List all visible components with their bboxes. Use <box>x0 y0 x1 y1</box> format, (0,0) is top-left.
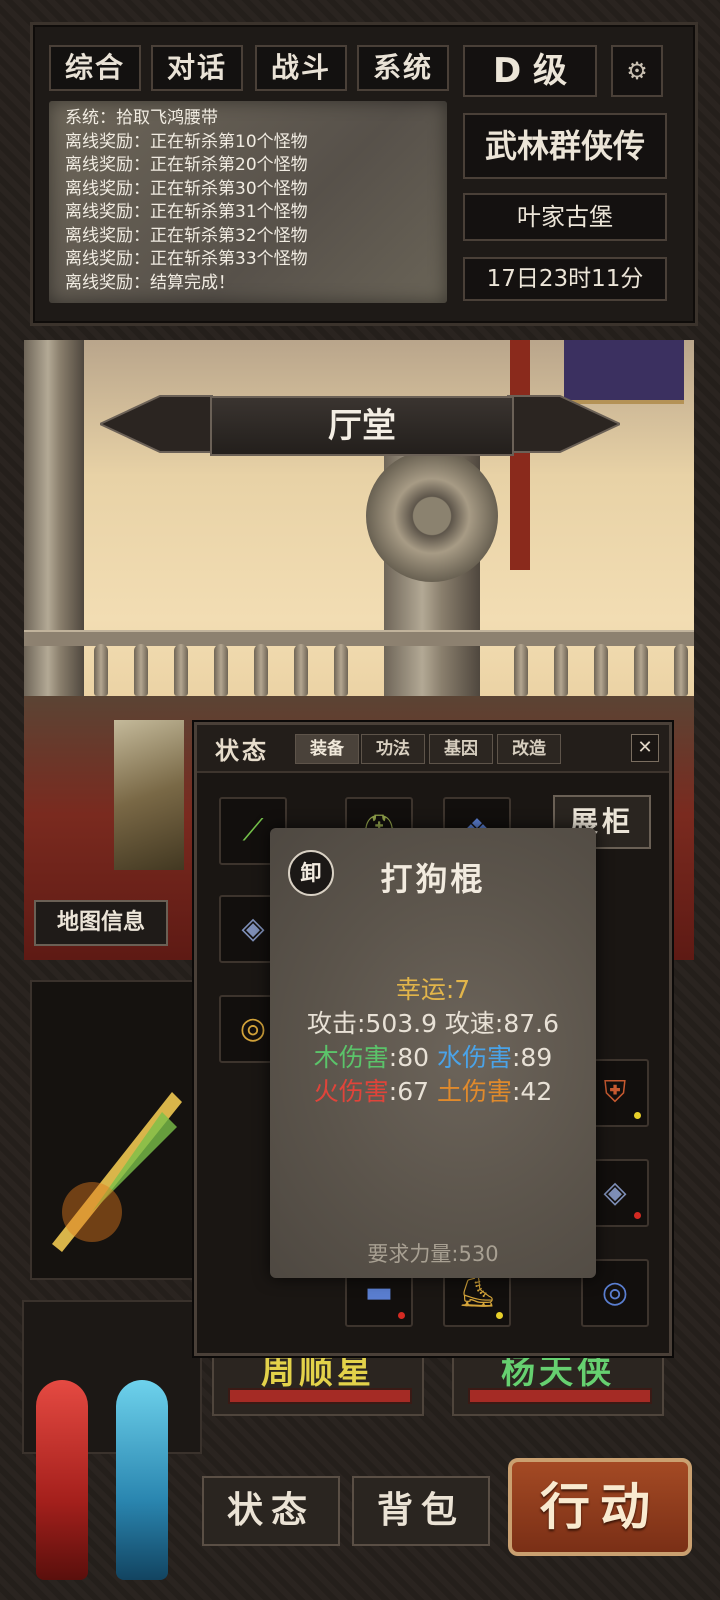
map-info-button[interactable]: 地图信息 <box>34 900 168 946</box>
item-attack: 攻击:503.9 攻速:87.6 <box>306 1009 560 1038</box>
log-line: 离线奖励：结算完成！ <box>65 272 235 293</box>
wood-damage-value: :80 <box>388 1043 430 1072</box>
tab-system[interactable]: 系统 <box>357 45 449 91</box>
scene-title: 厅堂 <box>210 396 514 456</box>
log-line: 离线奖励：正在斩杀第20个怪物 <box>65 155 308 175</box>
item-fire-earth-line: 火伤害:67 土伤害:42 <box>270 1072 596 1108</box>
status-button[interactable]: 状态 <box>202 1476 340 1546</box>
water-damage-value: :89 <box>511 1043 553 1072</box>
settings-button[interactable]: ⚙ <box>611 45 663 97</box>
tab-equipment[interactable]: 装备 <box>295 734 359 764</box>
panel-header: 状态 装备 功法 基因 改造 ✕ <box>197 725 669 773</box>
log-line: 离线奖励：正在斩杀第31个怪物 <box>65 202 308 222</box>
log-line: 离线奖励：正在斩杀第10个怪物 <box>65 131 308 152</box>
item-wood-water-line: 木伤害:80 水伤害:89 <box>270 1038 596 1074</box>
log-line: 离线奖励：正在斩杀第30个怪物 <box>65 178 308 199</box>
location-label: 叶家古堡 <box>463 193 667 241</box>
action-button[interactable]: 行动 <box>508 1458 692 1556</box>
ring-icon: ◎ <box>239 1011 267 1046</box>
belt-icon: ▬ <box>364 1275 394 1310</box>
water-damage-label: 水伤害 <box>436 1043 512 1072</box>
tab-general[interactable]: 综合 <box>49 45 141 91</box>
earth-damage-label: 土伤害 <box>436 1077 512 1106</box>
bracer-icon: ◈ <box>603 1175 627 1210</box>
boots-icon: ⛸ <box>457 1275 497 1310</box>
hero-hp-bar <box>228 1388 412 1404</box>
close-button[interactable]: ✕ <box>631 734 659 762</box>
earth-damage-value: :42 <box>511 1077 553 1106</box>
sword-icon <box>52 1092 182 1252</box>
tab-genes[interactable]: 基因 <box>429 734 493 764</box>
fire-damage-value: :67 <box>388 1077 430 1106</box>
game-title: 武林群侠传 <box>463 113 667 179</box>
game-clock: 17日23时11分 <box>463 257 667 301</box>
log-line: 离线奖励：正在斩杀第33个怪物 <box>65 249 308 269</box>
message-log: 系统：拾取飞鸿腰带 离线奖励：正在斩杀第10个怪物 离线奖励：正在斩杀第20个怪… <box>49 101 447 303</box>
health-orb <box>36 1380 88 1580</box>
bag-button[interactable]: 背包 <box>352 1476 490 1546</box>
top-panel: 综合 对话 战斗 系统 系统：拾取飞鸿腰带 离线奖励：正在斩杀第10个怪物 离线… <box>30 22 698 326</box>
mana-orb <box>116 1380 168 1580</box>
staff-icon: ⟋ <box>242 813 264 848</box>
item-requirement: 要求力量:530 <box>367 1242 499 1266</box>
tab-skills[interactable]: 功法 <box>361 734 425 764</box>
player-character[interactable] <box>114 720 184 870</box>
hero-card[interactable]: 杨天侠 <box>452 1350 664 1416</box>
panel-title: 状态 <box>215 737 269 765</box>
gear-icon: ⚙ <box>626 57 648 85</box>
tab-battle[interactable]: 战斗 <box>255 45 347 91</box>
fire-damage-label: 火伤害 <box>313 1077 389 1106</box>
hero-card[interactable]: 周顺星 <box>212 1350 424 1416</box>
tab-dialogue[interactable]: 对话 <box>151 45 243 91</box>
ring-icon: ◎ <box>601 1275 629 1310</box>
shield-ornament <box>366 450 498 582</box>
weapon-preview <box>30 980 200 1280</box>
armor-icon: ⛨ <box>603 1075 627 1110</box>
item-luck: 幸运:7 <box>395 975 471 1004</box>
item-name: 打狗棍 <box>380 860 486 898</box>
balcony-rail <box>24 630 694 646</box>
scene-pillar <box>24 340 84 720</box>
tab-modify[interactable]: 改造 <box>497 734 561 764</box>
log-line: 离线奖励：正在斩杀第32个怪物 <box>65 225 308 246</box>
rank-badge: D 级 <box>463 45 597 97</box>
hero-hp-bar <box>468 1388 652 1404</box>
log-line: 系统：拾取飞鸿腰带 <box>65 108 218 128</box>
scene-banner: 厅堂 <box>100 390 620 458</box>
item-tooltip: 卸 打狗棍 幸运:7 攻击:503.9 攻速:87.6 木伤害:80 水伤害:8… <box>270 828 596 1278</box>
bracer-icon: ◈ <box>241 911 265 946</box>
wood-damage-label: 木伤害 <box>313 1043 389 1072</box>
